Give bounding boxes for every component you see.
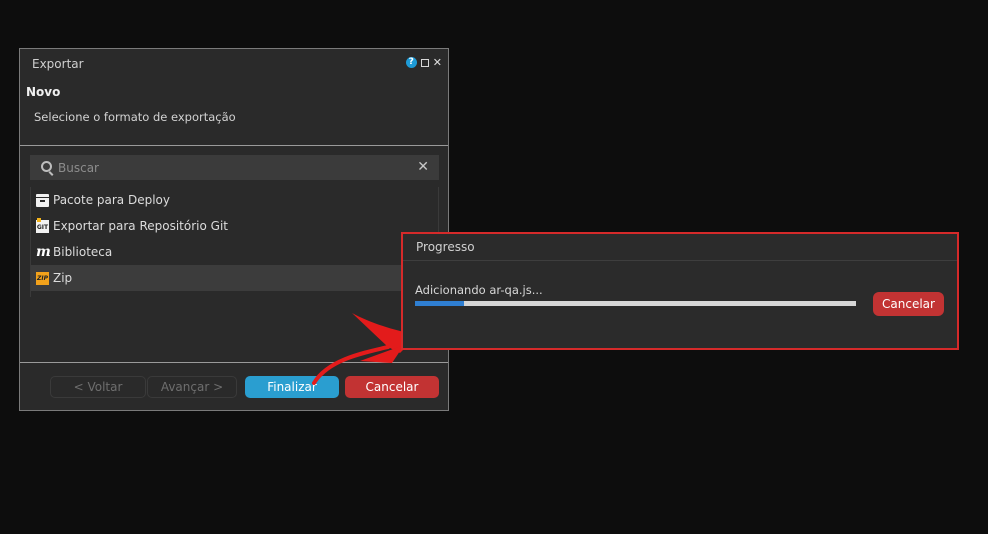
package-icon [36, 193, 49, 207]
export-format-list: Pacote para Deploy GIT Exportar para Rep… [30, 187, 439, 297]
list-item-label: Exportar para Repositório Git [53, 219, 228, 233]
search-input[interactable] [58, 155, 408, 180]
git-icon: GIT [36, 217, 49, 233]
close-icon[interactable]: ✕ [433, 57, 442, 68]
progress-dialog: Progresso Adicionando ar-qa.js... Cancel… [401, 232, 959, 350]
divider [20, 145, 448, 146]
progress-title: Progresso [416, 240, 475, 254]
progress-bar [415, 301, 856, 306]
list-item-label: Pacote para Deploy [53, 193, 170, 207]
progress-status: Adicionando ar-qa.js... [415, 283, 543, 297]
help-icon[interactable]: ? [405, 57, 417, 68]
search-icon [41, 161, 52, 172]
progress-bar-fill [415, 301, 464, 306]
list-item-zip[interactable]: ZIP Zip [31, 265, 438, 291]
zip-icon: ZIP [36, 271, 49, 285]
list-item-library[interactable]: m Biblioteca [31, 239, 438, 265]
list-item-deploy-package[interactable]: Pacote para Deploy [31, 187, 438, 213]
divider [403, 260, 957, 261]
progress-cancel-button[interactable]: Cancelar [873, 292, 944, 316]
clear-search-icon[interactable]: ✕ [417, 159, 429, 175]
next-button[interactable]: Avançar > [147, 376, 237, 398]
list-item-label: Zip [53, 271, 73, 285]
dialog-subtitle: Selecione o formato de exportação [34, 110, 236, 124]
window-controls: ? ✕ [405, 57, 442, 68]
maximize-icon[interactable] [420, 58, 429, 67]
list-item-git-export[interactable]: GIT Exportar para Repositório Git [31, 213, 438, 239]
search-box: ✕ [30, 155, 439, 180]
dialog-heading: Novo [26, 85, 61, 99]
list-item-label: Biblioteca [53, 245, 113, 259]
library-icon: m [36, 243, 51, 260]
back-button[interactable]: < Voltar [50, 376, 146, 398]
dialog-title: Exportar [32, 57, 84, 71]
